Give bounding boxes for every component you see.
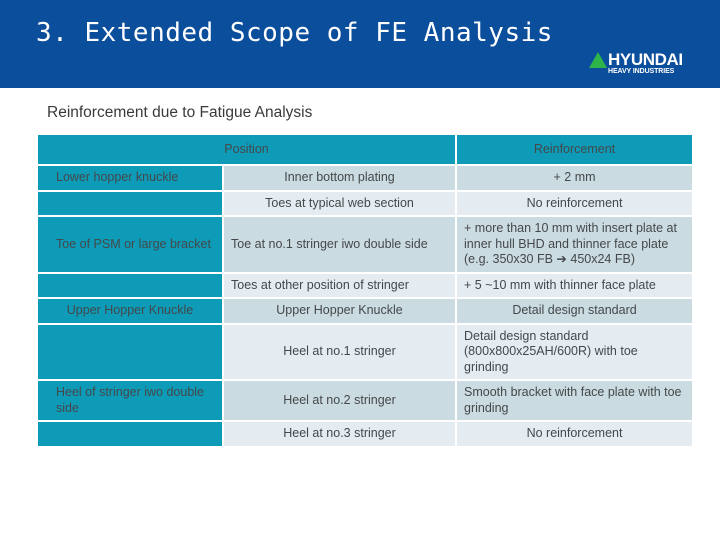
cell-category: Toe of PSM or large bracket xyxy=(38,217,222,272)
table-row: Toes at typical web section No reinforcem… xyxy=(38,191,693,215)
table-row: Lower hopper knuckle Inner bottom plating… xyxy=(38,166,693,190)
cell-reinforcement: No reinforcement xyxy=(457,422,693,446)
cell-position: Upper Hopper Knuckle xyxy=(224,299,456,323)
table-body: Lower hopper knuckle Inner bottom plating… xyxy=(38,166,693,446)
table-row: Heel at no.1 stringer Detail design stand… xyxy=(38,324,693,379)
cell-category: Lower hopper knuckle xyxy=(38,166,222,190)
column-header-reinforcement: Reinforcement xyxy=(457,135,693,164)
section-subtitle: Reinforcement due to Fatigue Analysis xyxy=(47,104,313,121)
page-title: 3. Extended Scope of FE Analysis xyxy=(36,18,553,48)
triangle-icon xyxy=(589,52,607,68)
logo-wordmark: HYUNDAI xyxy=(608,50,683,69)
cell-position: Inner bottom plating xyxy=(224,166,456,190)
cell-reinforcement: + 2 mm xyxy=(457,166,693,190)
cell-position: Toes at other position of stringer xyxy=(224,273,456,297)
cell-reinforcement: Smooth bracket with face plate with toe … xyxy=(457,381,693,420)
cell-position: Heel at no.2 stringer xyxy=(224,381,456,420)
slide-header-banner: 3. Extended Scope of FE Analysis HYUNDAI… xyxy=(0,0,720,88)
cell-reinforcement: Detail design standard xyxy=(457,299,693,323)
table-row: Toes at other position of stringer + 5 ~1… xyxy=(38,273,693,297)
cell-position: Toes at typical web section xyxy=(224,191,456,215)
logo-tagline: HEAVY INDUSTRIES xyxy=(608,68,675,75)
cell-reinforcement: + more than 10 mm with insert plate at i… xyxy=(457,217,693,272)
hyundai-heavy-industries-logo: HYUNDAI HEAVY INDUSTRIES xyxy=(589,51,695,77)
cell-reinforcement: No reinforcement xyxy=(457,191,693,215)
column-header-position: Position xyxy=(38,135,456,164)
cell-position: Toe at no.1 stringer iwo double side xyxy=(224,217,456,272)
table-row: Heel at no.3 stringer No reinforcement xyxy=(38,422,693,446)
cell-category-spacer xyxy=(38,422,222,446)
reinforcement-table-container: Position Reinforcement Lower hopper knuc… xyxy=(38,135,693,446)
table-header: Position Reinforcement xyxy=(38,135,693,164)
reinforcement-table: Position Reinforcement Lower hopper knuc… xyxy=(36,133,694,448)
cell-position: Heel at no.3 stringer xyxy=(224,422,456,446)
cell-category-spacer xyxy=(38,191,222,215)
cell-position: Heel at no.1 stringer xyxy=(224,324,456,379)
cell-reinforcement: Detail design standard (800x800x25AH/600… xyxy=(457,324,693,379)
cell-reinforcement: + 5 ~10 mm with thinner face plate xyxy=(457,273,693,297)
cell-category-spacer xyxy=(38,324,222,379)
table-row: Toe of PSM or large bracket Toe at no.1 s… xyxy=(38,217,693,272)
table-row: Heel of stringer iwo double side Heel at … xyxy=(38,381,693,420)
table-header-row: Position Reinforcement xyxy=(38,135,693,164)
table-row: Upper Hopper Knuckle Upper Hopper Knuckle… xyxy=(38,299,693,323)
cell-category: Heel of stringer iwo double side xyxy=(38,381,222,420)
cell-category: Upper Hopper Knuckle xyxy=(38,299,222,323)
cell-category-spacer xyxy=(38,273,222,297)
